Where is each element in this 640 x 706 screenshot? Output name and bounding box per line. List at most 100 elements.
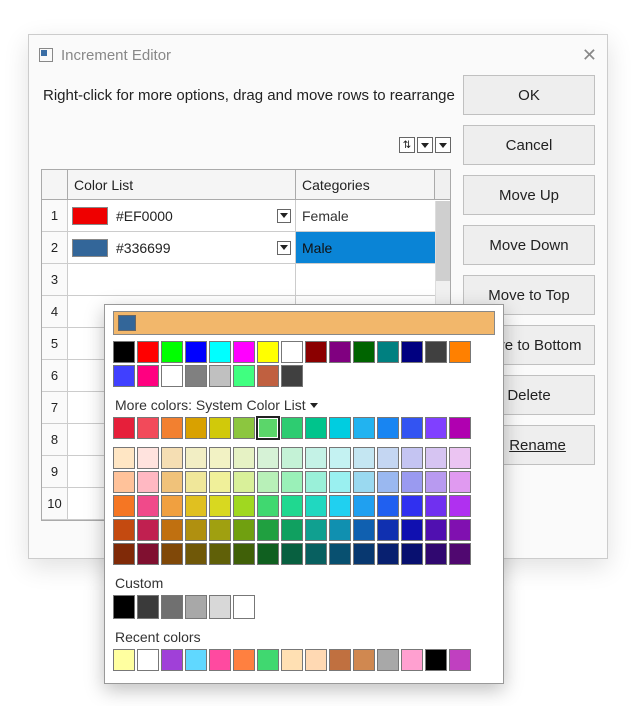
color-swatch[interactable] bbox=[137, 447, 159, 469]
color-swatch[interactable] bbox=[137, 471, 159, 493]
color-swatch[interactable] bbox=[281, 365, 303, 387]
category-cell[interactable] bbox=[296, 264, 450, 295]
color-swatch[interactable] bbox=[113, 595, 135, 619]
table-row[interactable]: 2 #336699 Male bbox=[42, 232, 450, 264]
color-swatch[interactable] bbox=[329, 649, 351, 671]
current-color-bar[interactable] bbox=[113, 311, 495, 335]
color-swatch[interactable] bbox=[233, 365, 255, 387]
color-swatch[interactable] bbox=[185, 365, 207, 387]
color-swatch[interactable] bbox=[281, 417, 303, 439]
color-swatch[interactable] bbox=[233, 519, 255, 541]
color-swatch[interactable] bbox=[233, 417, 255, 439]
table-row[interactable]: 1 #EF0000 Female bbox=[42, 200, 450, 232]
color-swatch[interactable] bbox=[305, 543, 327, 565]
color-swatch[interactable] bbox=[137, 543, 159, 565]
move-up-button[interactable]: Move Up bbox=[463, 175, 595, 215]
color-swatch[interactable] bbox=[185, 595, 207, 619]
color-swatch[interactable] bbox=[329, 417, 351, 439]
color-swatch[interactable] bbox=[113, 365, 135, 387]
color-swatch[interactable] bbox=[305, 341, 327, 363]
color-swatch[interactable] bbox=[137, 495, 159, 517]
ok-button[interactable]: OK bbox=[463, 75, 595, 115]
color-swatch[interactable] bbox=[209, 417, 231, 439]
color-swatch[interactable] bbox=[257, 447, 279, 469]
color-swatch[interactable] bbox=[257, 649, 279, 671]
color-swatch[interactable] bbox=[425, 543, 447, 565]
color-swatch[interactable] bbox=[377, 417, 399, 439]
close-icon[interactable]: ✕ bbox=[582, 45, 597, 66]
color-swatch[interactable] bbox=[401, 495, 423, 517]
color-swatch[interactable] bbox=[185, 649, 207, 671]
color-swatch[interactable] bbox=[401, 649, 423, 671]
color-swatch[interactable] bbox=[353, 417, 375, 439]
color-swatch[interactable] bbox=[161, 519, 183, 541]
color-swatch[interactable] bbox=[425, 495, 447, 517]
color-swatch[interactable] bbox=[329, 543, 351, 565]
color-swatch[interactable] bbox=[401, 417, 423, 439]
color-swatch[interactable] bbox=[425, 649, 447, 671]
color-swatch[interactable] bbox=[161, 447, 183, 469]
color-swatch[interactable] bbox=[329, 341, 351, 363]
color-swatch[interactable] bbox=[425, 447, 447, 469]
color-swatch[interactable] bbox=[161, 543, 183, 565]
scrollbar-thumb[interactable] bbox=[436, 201, 450, 281]
color-cell[interactable]: #EF0000 bbox=[68, 200, 296, 231]
color-swatch[interactable] bbox=[305, 495, 327, 517]
cancel-button[interactable]: Cancel bbox=[463, 125, 595, 165]
color-swatch[interactable] bbox=[113, 543, 135, 565]
color-swatch[interactable] bbox=[257, 519, 279, 541]
color-swatch[interactable] bbox=[401, 519, 423, 541]
color-swatch[interactable] bbox=[449, 519, 471, 541]
color-swatch[interactable] bbox=[161, 365, 183, 387]
color-swatch[interactable] bbox=[281, 543, 303, 565]
color-swatch[interactable] bbox=[233, 595, 255, 619]
color-swatch[interactable] bbox=[281, 447, 303, 469]
color-swatch[interactable] bbox=[185, 471, 207, 493]
color-swatch[interactable] bbox=[305, 471, 327, 493]
color-swatch[interactable] bbox=[449, 495, 471, 517]
color-swatch[interactable] bbox=[137, 519, 159, 541]
color-swatch[interactable] bbox=[449, 341, 471, 363]
chevron-down-icon[interactable] bbox=[277, 209, 291, 223]
color-swatch[interactable] bbox=[233, 341, 255, 363]
color-swatch[interactable] bbox=[449, 447, 471, 469]
color-swatch[interactable] bbox=[257, 471, 279, 493]
color-swatch[interactable] bbox=[305, 447, 327, 469]
color-swatch[interactable] bbox=[161, 417, 183, 439]
color-swatch[interactable] bbox=[377, 519, 399, 541]
color-swatch[interactable] bbox=[185, 495, 207, 517]
color-swatch[interactable] bbox=[209, 543, 231, 565]
color-swatch[interactable] bbox=[377, 495, 399, 517]
color-swatch[interactable] bbox=[377, 447, 399, 469]
color-swatch[interactable] bbox=[161, 341, 183, 363]
table-row[interactable]: 3 bbox=[42, 264, 450, 296]
more-colors-label[interactable]: More colors: System Color List bbox=[115, 397, 495, 413]
color-swatch[interactable] bbox=[233, 649, 255, 671]
color-swatch[interactable] bbox=[233, 471, 255, 493]
color-cell[interactable]: #336699 bbox=[68, 232, 296, 263]
color-swatch[interactable] bbox=[233, 447, 255, 469]
color-swatch[interactable] bbox=[185, 543, 207, 565]
color-swatch[interactable] bbox=[113, 649, 135, 671]
color-swatch[interactable] bbox=[281, 649, 303, 671]
color-swatch[interactable] bbox=[377, 341, 399, 363]
color-swatch[interactable] bbox=[353, 649, 375, 671]
color-swatch[interactable] bbox=[377, 471, 399, 493]
color-swatch[interactable] bbox=[137, 595, 159, 619]
color-swatch[interactable] bbox=[209, 447, 231, 469]
color-swatch[interactable] bbox=[353, 543, 375, 565]
color-swatch[interactable] bbox=[209, 649, 231, 671]
color-swatch[interactable] bbox=[401, 471, 423, 493]
chevron-down-icon[interactable] bbox=[277, 241, 291, 255]
color-swatch[interactable] bbox=[449, 471, 471, 493]
color-swatch[interactable] bbox=[449, 543, 471, 565]
color-swatch[interactable] bbox=[257, 417, 279, 439]
color-swatch[interactable] bbox=[425, 341, 447, 363]
color-swatch[interactable] bbox=[449, 649, 471, 671]
header-categories[interactable]: Categories bbox=[296, 170, 435, 199]
color-swatch[interactable] bbox=[329, 495, 351, 517]
color-swatch[interactable] bbox=[353, 495, 375, 517]
color-swatch[interactable] bbox=[257, 495, 279, 517]
color-swatch[interactable] bbox=[161, 595, 183, 619]
color-swatch[interactable] bbox=[209, 471, 231, 493]
